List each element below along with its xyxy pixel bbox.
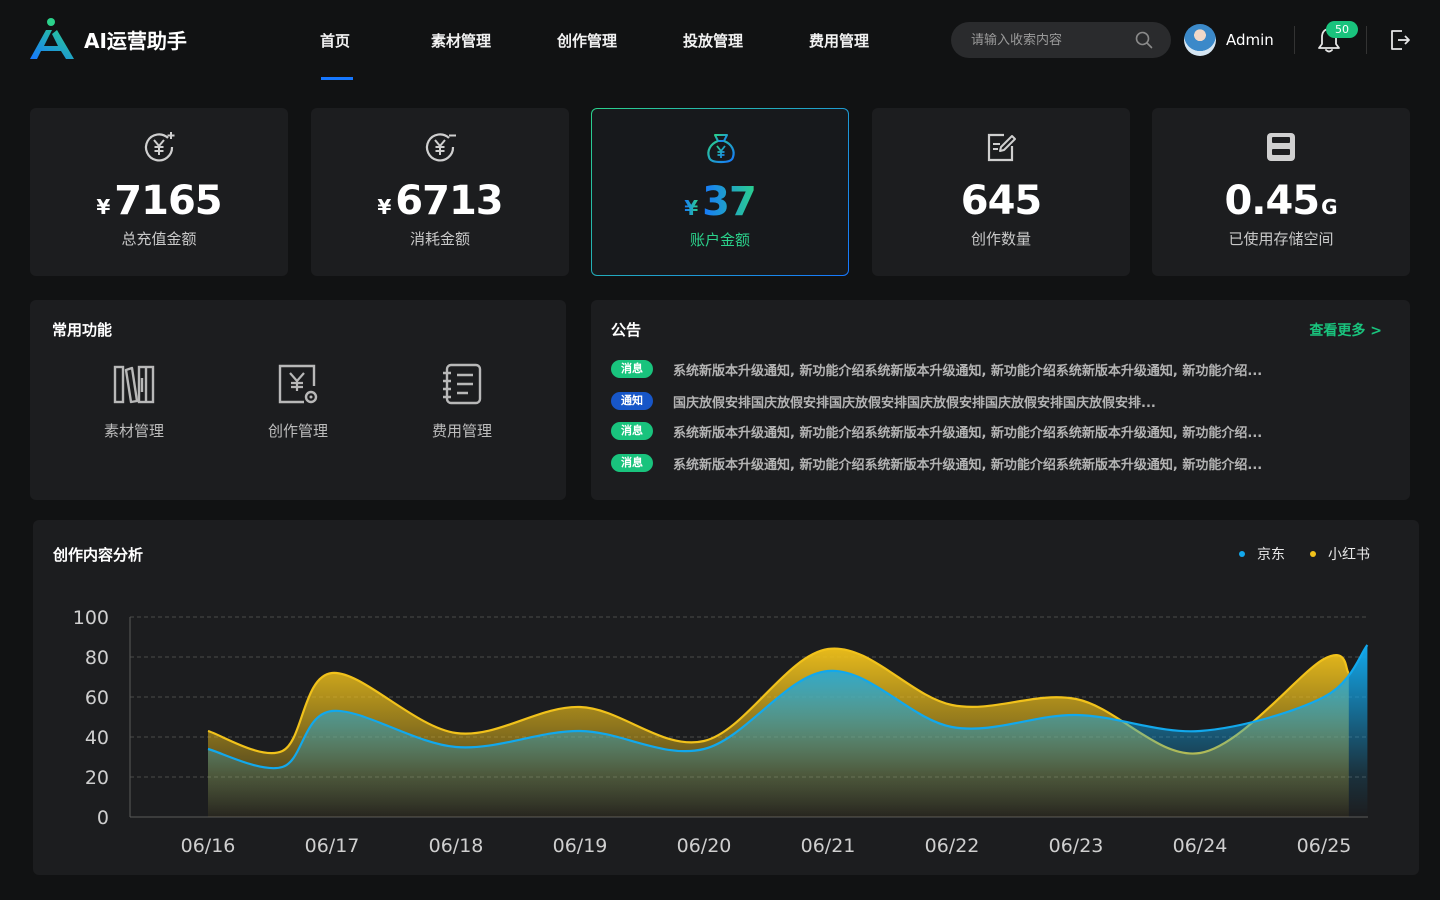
notice-tag: 消息 [611, 454, 653, 472]
stat-number: 0.45 [1224, 178, 1320, 224]
header-divider [1366, 26, 1367, 54]
notification-badge: 50 [1326, 21, 1358, 38]
logout-icon[interactable] [1388, 28, 1412, 52]
stat-value: 645 [872, 178, 1130, 226]
logo-icon [30, 18, 74, 59]
user-menu[interactable]: Admin [1184, 24, 1274, 56]
currency-symbol: ¥ [684, 196, 699, 220]
currency-symbol: ¥ [96, 195, 111, 219]
money-bag-icon [707, 134, 735, 164]
y-tick-label: 0 [97, 807, 109, 829]
stat-card-creations[interactable]: 645 创作数量 [872, 108, 1130, 276]
books-icon [113, 365, 155, 404]
x-tick-label: 06/16 [181, 835, 236, 857]
y-tick-label: 40 [85, 727, 109, 749]
header-divider [1294, 26, 1295, 54]
x-tick-label: 06/18 [429, 835, 484, 857]
yuan-minus-icon [425, 133, 456, 162]
stat-value: ¥ 7165 [30, 178, 288, 226]
quick-billing-button[interactable]: 费用管理 [407, 362, 517, 441]
notice-item[interactable]: 消息 系统新版本升级通知, 新功能介绍系统新版本升级通知, 新功能介绍系统新版本… [611, 453, 1313, 473]
notice-tag: 通知 [611, 392, 653, 410]
y-tick-label: 100 [73, 607, 109, 629]
panel-title: 常用功能 [52, 321, 113, 339]
x-tick-label: 06/17 [305, 835, 360, 857]
quick-label: 创作管理 [267, 422, 328, 440]
x-tick-label: 06/19 [553, 835, 608, 857]
avatar[interactable] [1184, 24, 1216, 56]
notice-item[interactable]: 通知 国庆放假安排国庆放假安排国庆放假安排国庆放假安排国庆放假安排国庆放假安排.… [611, 391, 1313, 411]
content-analysis-panel: 创作内容分析 京东 小红书 0 20 40 60 80 100 06/16 06/17 06/1… [33, 520, 1419, 875]
stat-card-balance[interactable]: ¥ 37 账户金额 [591, 108, 849, 276]
creation-icon [278, 364, 318, 404]
nav-materials[interactable]: 素材管理 [398, 0, 524, 80]
stat-label: 账户金额 [689, 231, 750, 249]
x-tick-label: 06/21 [801, 835, 856, 857]
top-header: AI运营助手 首页 素材管理 创作管理 投放管理 费用管理 Admin 50 [0, 0, 1440, 80]
notice-item[interactable]: 消息 系统新版本升级通知, 新功能介绍系统新版本升级通知, 新功能介绍系统新版本… [611, 421, 1313, 441]
notice-text[interactable]: 系统新版本升级通知, 新功能介绍系统新版本升级通知, 新功能介绍系统新版本升级通… [673, 454, 1313, 473]
stat-value: 0.45 G [1152, 178, 1410, 226]
stat-label: 已使用存储空间 [1228, 230, 1334, 248]
x-tick-label: 06/20 [677, 835, 732, 857]
y-tick-label: 20 [85, 767, 109, 789]
stat-value: ¥ 37 [592, 179, 848, 227]
search-input[interactable] [971, 32, 1141, 48]
y-tick-label: 60 [85, 687, 109, 709]
yuan-plus-icon [144, 132, 175, 162]
main-nav: 首页 素材管理 创作管理 投放管理 费用管理 [272, 0, 902, 80]
quick-functions-panel: 常用功能 素材管理 创作管理 费用管理 [30, 300, 566, 500]
user-name[interactable]: Admin [1226, 31, 1274, 49]
search-box [951, 22, 1171, 58]
notice-text[interactable]: 国庆放假安排国庆放假安排国庆放假安排国庆放假安排国庆放假安排国庆放假安排... [673, 392, 1313, 411]
notice-text[interactable]: 系统新版本升级通知, 新功能介绍系统新版本升级通知, 新功能介绍系统新版本升级通… [673, 360, 1313, 379]
notice-text[interactable]: 系统新版本升级通知, 新功能介绍系统新版本升级通知, 新功能介绍系统新版本升级通… [673, 422, 1313, 441]
stat-label: 总充值金额 [121, 230, 197, 248]
view-more-link[interactable]: 查看更多 > [1309, 320, 1382, 340]
app-logo[interactable]: AI运营助手 [28, 16, 187, 62]
quick-label: 费用管理 [431, 422, 492, 440]
stat-number: 6713 [395, 178, 503, 224]
nav-billing[interactable]: 费用管理 [776, 0, 902, 80]
notice-tag: 消息 [611, 422, 653, 440]
currency-symbol: ¥ [377, 195, 392, 219]
stat-unit: G [1321, 195, 1338, 219]
search-icon[interactable] [1135, 31, 1153, 49]
edit-doc-icon [987, 133, 1016, 162]
y-tick-label: 80 [85, 647, 109, 669]
quick-label: 素材管理 [103, 422, 164, 440]
x-tick-label: 06/24 [1173, 835, 1228, 857]
nav-creation[interactable]: 创作管理 [524, 0, 650, 80]
stat-card-recharge[interactable]: ¥ 7165 总充值金额 [30, 108, 288, 276]
x-tick-label: 06/23 [1049, 835, 1104, 857]
stat-number: 645 [960, 178, 1042, 224]
quick-creation-button[interactable]: 创作管理 [243, 362, 353, 441]
stat-label: 消耗金额 [409, 230, 470, 248]
panel-title: 公告 [611, 321, 642, 339]
quick-materials-button[interactable]: 素材管理 [79, 362, 189, 441]
stat-number: 7165 [114, 178, 222, 224]
notice-item[interactable]: 消息 系统新版本升级通知, 新功能介绍系统新版本升级通知, 新功能介绍系统新版本… [611, 359, 1313, 379]
stat-label: 创作数量 [970, 230, 1031, 248]
nav-home[interactable]: 首页 [272, 0, 398, 80]
stat-card-storage[interactable]: 0.45 G 已使用存储空间 [1152, 108, 1410, 276]
stat-value: ¥ 6713 [311, 178, 569, 226]
notice-tag: 消息 [611, 360, 653, 378]
stat-number: 37 [702, 179, 757, 225]
notice-panel: 公告 查看更多 > 消息 系统新版本升级通知, 新功能介绍系统新版本升级通知, … [591, 300, 1410, 500]
nav-delivery[interactable]: 投放管理 [650, 0, 776, 80]
x-tick-label: 06/22 [925, 835, 980, 857]
x-tick-label: 06/25 [1297, 835, 1352, 857]
area-chart: 0 20 40 60 80 100 06/16 06/17 06/18 06/19 06/20 06/… [73, 607, 1369, 857]
app-title: AI运营助手 [84, 28, 187, 53]
stat-card-consumption[interactable]: ¥ 6713 消耗金额 [311, 108, 569, 276]
storage-icon [1267, 133, 1295, 161]
ledger-icon [443, 363, 482, 405]
